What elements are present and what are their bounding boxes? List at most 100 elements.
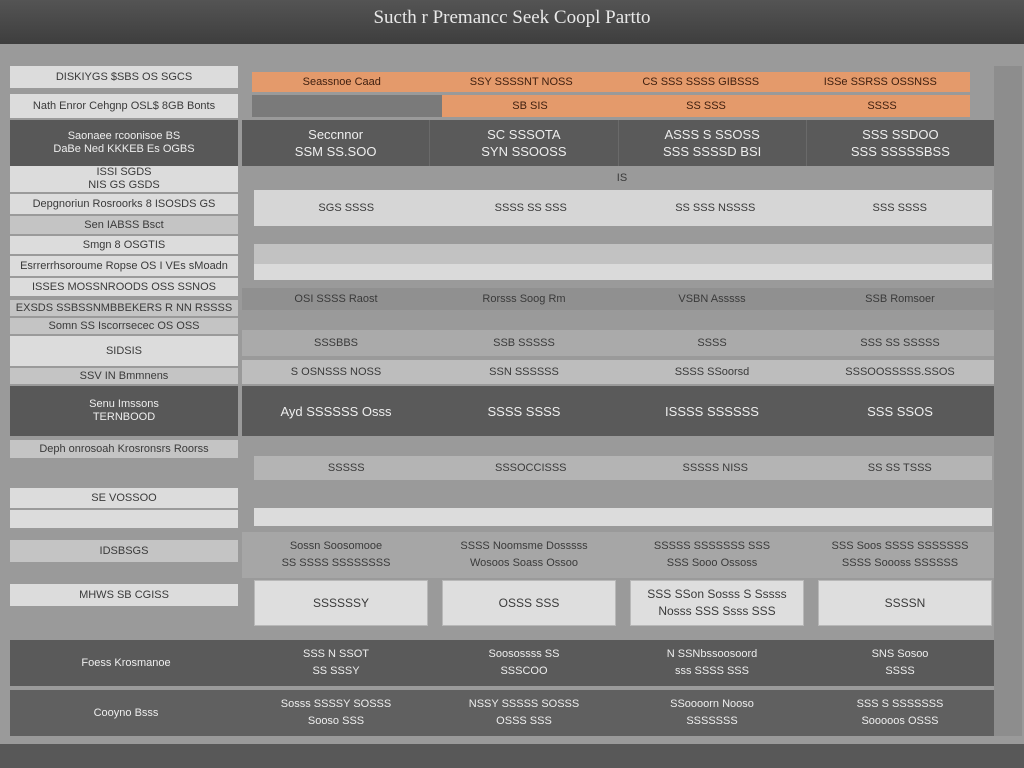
- sidebar-item[interactable]: ISSI SGDS NIS GS GSDS: [10, 166, 238, 192]
- cell-text: SSB SSSSS: [493, 336, 555, 349]
- data-row-7[interactable]: Ayd SSSSSS Osss SSSS SSSS ISSSS SSSSSS SSS …: [242, 386, 994, 436]
- cell-text: SSSSS NISS: [682, 461, 748, 474]
- data-row-3[interactable]: SGS SSSS SSSS SS SSS SS SSS NSSSS SSS SSSS: [254, 190, 992, 226]
- table-cell: SSSS: [618, 330, 806, 356]
- data-row-4[interactable]: OSI SSSS Raost Rorsss Soog Rm VSBN Asssss S…: [242, 288, 994, 310]
- table-cell: SSS SSSS: [808, 190, 993, 226]
- cell-line: Wosoos Soass Ossoo: [469, 557, 578, 569]
- footer-cell-line: Soosossss SS: [488, 648, 560, 660]
- sidebar-item[interactable]: Saonaee rcoonisoe BS DaBe Ned KKKEB Es O…: [10, 120, 238, 166]
- cell-line: SSS SSSSD BSI: [662, 144, 762, 159]
- table-cell: SSSSSSY: [254, 580, 428, 626]
- footer-cell-line: SSSSSSS: [686, 715, 738, 727]
- cell-text: SS SSS NSSSS: [675, 201, 756, 214]
- cell-line: SSS SSDOO: [862, 127, 939, 142]
- cell-text: OSSS SSS: [498, 595, 560, 610]
- sidebar-item[interactable]: SIDSIS: [10, 336, 238, 366]
- footer-cell-line: N SSNbssoosoord: [666, 648, 758, 660]
- vertical-scrollbar[interactable]: [994, 66, 1022, 736]
- table-cell: SSSSS SSSSSSS SSS SSS Sooo Ossoss: [618, 532, 806, 578]
- sidebar-item[interactable]: Nath Enror Cehgnp OSL$ 8GB Bonts: [10, 94, 238, 118]
- table-cell: S OSNSSS NOSS: [242, 360, 430, 384]
- sidebar-item[interactable]: IDSBSGS: [10, 540, 238, 562]
- table-cell: OSSS SSS: [442, 580, 616, 626]
- cell-text: SSB Romsoer: [865, 292, 935, 305]
- sidebar-item[interactable]: Deph onrosoah Krosronsrs Roorss: [10, 440, 238, 458]
- table-cell: VSBN Asssss: [618, 288, 806, 310]
- footer-row-1[interactable]: Foess Krosmanoe SSS N SSOT SS SSSY Soososss…: [10, 640, 994, 686]
- table-cell: SC SSSOTA SYN SSOOSS: [430, 120, 619, 166]
- footer-cell-line: SSS N SSOT: [302, 648, 370, 660]
- window-title: Sucth r Premancc Seek Coopl Partto: [0, 0, 1024, 44]
- cell-text: S OSNSSS NOSS: [290, 365, 382, 378]
- footer-cell-line: Sooso SSS: [307, 715, 365, 727]
- table-cell: SSSS Noomsme Dosssss Wosoos Soass Ossoo: [430, 532, 618, 578]
- cell-text: SSS SSSS: [872, 201, 927, 214]
- table-cell: Rorsss Soog Rm: [430, 288, 618, 310]
- data-row-8[interactable]: SSSSS SSSOCCISSS SSSSS NISS SS SS TSSS: [254, 456, 992, 480]
- cell-text: SSS SSOS: [867, 403, 933, 419]
- sidebar-item[interactable]: Depgnoriun Rosroorks 8 ISOSDS GS: [10, 194, 238, 214]
- footer-cell-line: SSSCOO: [500, 665, 548, 677]
- footer-cell: SSS N SSOT SS SSSY: [242, 640, 430, 686]
- data-row-1[interactable]: Seccnnor SSM SS.SOO SC SSSOTA SYN SSOOSS ASS…: [242, 120, 994, 166]
- table-cell: SSSOOSSSSS.SSOS: [806, 360, 994, 384]
- cell-line: SSS Soos SSSS SSSSSSS: [831, 540, 969, 552]
- footer-cell-line: Sooooos OSSS: [861, 715, 939, 727]
- footer-label: Cooyno Bsss: [93, 706, 159, 719]
- sidebar-filler: [10, 510, 238, 528]
- sidebar-item[interactable]: ISSES MOSSNROODS OSS SSNOS: [10, 278, 238, 296]
- row-2-center: IS: [616, 171, 628, 184]
- sidebar-item[interactable]: MHWS SB CGISS: [10, 584, 238, 606]
- footer-cell-line: SS SSSY: [312, 665, 360, 677]
- footer-cell-line: SSS S SSSSSSS: [856, 698, 944, 710]
- table-cell: SSSS SSSS: [430, 386, 618, 436]
- header-gap: [252, 95, 442, 117]
- cell-text: SSSOOSSSSS.SSOS: [845, 365, 955, 378]
- sidebar-item[interactable]: Esrrerrhsoroume Ropse OS I VEs sMoadn: [10, 256, 238, 276]
- cell-line: Nosss SSS Ssss SSS: [658, 604, 776, 618]
- data-row-10[interactable]: SSSSSSY OSSS SSS SSS SSon Sosss S Sssss Nos…: [254, 580, 992, 626]
- table-cell: SSSOCCISSS: [439, 456, 624, 480]
- cell-text: Rorsss Soog Rm: [482, 292, 566, 305]
- sidebar-item[interactable]: SE VOSSOO: [10, 488, 238, 508]
- cell-text: SSSSSSY: [312, 595, 370, 610]
- table-cell: SSN SSSSSS: [430, 360, 618, 384]
- header-col-2: SSY SSSSNT NOSS: [469, 75, 573, 88]
- footer-row-2[interactable]: Cooyno Bsss Sosss SSSSY SOSSS Sooso SSS NSS…: [10, 690, 994, 736]
- table-cell: SGS SSSS: [254, 190, 439, 226]
- spacer-band-light: [254, 264, 992, 280]
- header-sub-2: SS SSS: [686, 99, 726, 112]
- table-cell: SSSBBS: [242, 330, 430, 356]
- data-row-5[interactable]: SSSBBS SSB SSSSS SSSS SSS SS SSSSS: [242, 330, 994, 356]
- cell-line: SSSS Soooss SSSSSS: [841, 557, 959, 569]
- sidebar-item[interactable]: SSV IN Bmmnens: [10, 368, 238, 384]
- cell-line: SC SSSOTA: [487, 127, 561, 142]
- cell-line: SSS Sooo Ossoss: [666, 557, 758, 569]
- table-cell: SSB Romsoer: [806, 288, 994, 310]
- table-cell: SS SSS NSSSS: [623, 190, 808, 226]
- spacer-band: [254, 244, 992, 264]
- cell-text: SS SS TSSS: [867, 461, 932, 474]
- cell-text: SSSOCCISSS: [494, 461, 567, 474]
- sidebar-item[interactable]: EXSDS SSBSSNMBBEKERS R NN RSSSS: [10, 300, 238, 316]
- table-cell: ISSSS SSSSSS: [618, 386, 806, 436]
- sidebar-item[interactable]: Smgn 8 OSGTIS: [10, 236, 238, 254]
- data-row-6[interactable]: S OSNSSS NOSS SSN SSSSSS SSSS SSoorsd SSSOO…: [242, 360, 994, 384]
- sidebar-item[interactable]: Senu Imssons TERNBOOD: [10, 386, 238, 436]
- cell-line: SYN SSOOSS: [481, 144, 567, 159]
- cell-text: SSN SSSSSS: [489, 365, 559, 378]
- sidebar-item[interactable]: Somn SS Iscorrsecec OS OSS: [10, 318, 238, 334]
- sidebar-item[interactable]: Sen IABSS Bsct: [10, 216, 238, 234]
- data-row-9[interactable]: Sossn Soosomooe SS SSSS SSSSSSSS SSSS Noom…: [242, 532, 994, 578]
- cell-line: ASSS S SSOSS: [664, 127, 760, 142]
- table-cell: OSI SSSS Raost: [242, 288, 430, 310]
- table-cell: SSS SS SSSSS: [806, 330, 994, 356]
- table-cell: SSS SSon Sosss S Sssss Nosss SSS Ssss SSS: [630, 580, 804, 626]
- header-col-4: ISSe SSRSS OSSNSS: [823, 75, 937, 88]
- table-cell: SSS SSDOO SSS SSSSSBSS: [807, 120, 994, 166]
- cell-line: SSM SS.SOO: [294, 144, 377, 159]
- footer-cell: N SSNbssoosoord sss SSSS SSS: [618, 640, 806, 686]
- header-col-3: CS SSS SSSS GIBSSS: [642, 75, 760, 88]
- sidebar-item[interactable]: DISKIYGS $SBS OS SGCS: [10, 66, 238, 88]
